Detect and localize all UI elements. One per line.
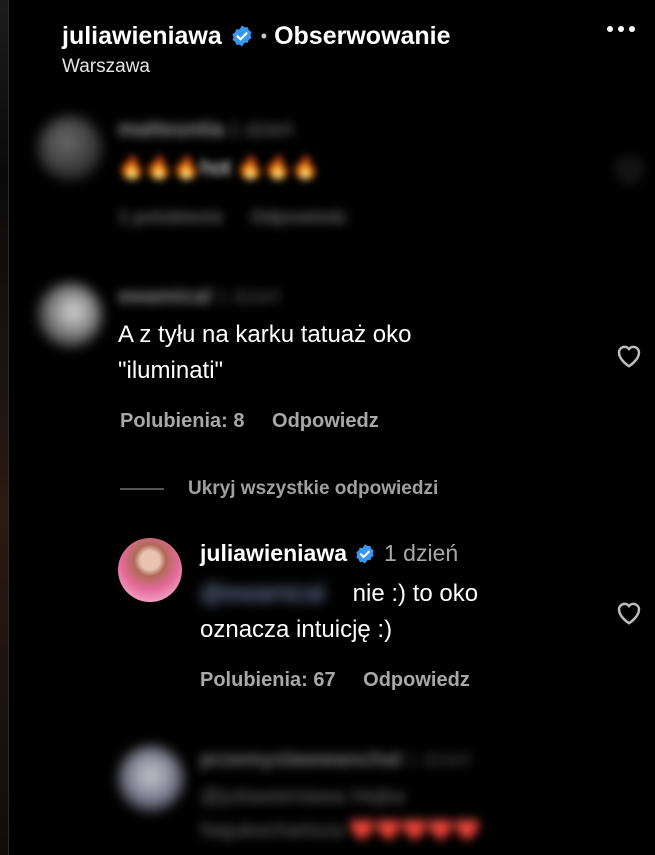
reply-text: @ewamical nie :) to oko oznacza intuicję…: [200, 576, 478, 648]
reply-item: juliawieniawa 1 dzień @ewamical nie :) t…: [0, 538, 655, 708]
reply-text-line: @juliawieniawa Hejka: [200, 785, 405, 808]
mention-link[interactable]: @ewamical: [200, 576, 340, 612]
avatar[interactable]: [38, 116, 102, 180]
comment-text: 🔥🔥🔥hot 🔥🔥🔥: [118, 155, 320, 180]
like-heart-icon[interactable]: [614, 156, 644, 184]
post-header: juliawieniawa • Obserwowanie Warszawa: [62, 20, 635, 78]
following-button[interactable]: Obserwowanie: [274, 22, 450, 51]
reply-text: @juliawieniawa Hejka Najukochańsza ❤️❤️❤…: [200, 780, 480, 848]
like-heart-icon[interactable]: [614, 341, 644, 369]
reply-username[interactable]: juliawieniawa: [200, 540, 347, 567]
comment-text: A z tyłu na karku tatuaż oko "iluminati": [118, 317, 412, 389]
reply-item: przemyslawwanchal 1 dzień @juliawieniawa…: [0, 740, 655, 855]
post-author-username[interactable]: juliawieniawa: [62, 22, 222, 51]
verified-badge-icon: [356, 543, 374, 564]
reply-time: 1 dzień: [406, 749, 471, 771]
like-heart-icon[interactable]: [614, 598, 644, 626]
hide-replies-toggle[interactable]: Ukryj wszystkie odpowiedzi: [120, 478, 438, 500]
hide-replies-label: Ukryj wszystkie odpowiedzi: [188, 478, 439, 499]
separator-dot: •: [260, 25, 268, 46]
comment-time: 1 dzień: [215, 286, 281, 308]
reply-button[interactable]: Odpowiedz: [272, 410, 379, 432]
reply-text-line: oznacza intuicję :): [200, 616, 393, 643]
comment-text-line: A z tyłu na karku tatuaż oko: [118, 321, 412, 348]
reply-button[interactable]: Odpowiedz: [363, 669, 470, 691]
more-options-icon[interactable]: [607, 26, 635, 32]
verified-badge-icon: [232, 25, 252, 47]
avatar[interactable]: [38, 283, 102, 347]
comment-username[interactable]: ewamical: [118, 285, 211, 308]
comment-username[interactable]: matteuntia: [118, 118, 224, 141]
reply-text-line: nie :) to oko: [352, 580, 479, 607]
reply-likes[interactable]: Polubienia: 67: [200, 669, 336, 691]
comment-item: matteuntia 1 dzień 🔥🔥🔥hot 🔥🔥🔥 1 polubien…: [0, 110, 655, 250]
reply-button[interactable]: Odpowiedz: [251, 207, 347, 227]
divider: [120, 488, 164, 490]
comment-time: 1 dzień: [228, 119, 294, 141]
comment-likes[interactable]: Polubienia: 8: [120, 410, 244, 432]
comment-item: ewamical 1 dzień A z tyłu na karku tatua…: [0, 275, 655, 445]
post-location[interactable]: Warszawa: [62, 56, 635, 78]
reply-time: 1 dzień: [384, 540, 459, 566]
reply-username[interactable]: przemyslawwanchal: [200, 748, 402, 771]
comment-text-line: "iluminati": [118, 357, 224, 384]
comment-likes[interactable]: 1 polubienie: [118, 207, 223, 227]
avatar[interactable]: [118, 538, 182, 602]
avatar[interactable]: [118, 746, 184, 812]
reply-text-line: Najukochańsza ❤️❤️❤️❤️❤️: [200, 819, 481, 842]
